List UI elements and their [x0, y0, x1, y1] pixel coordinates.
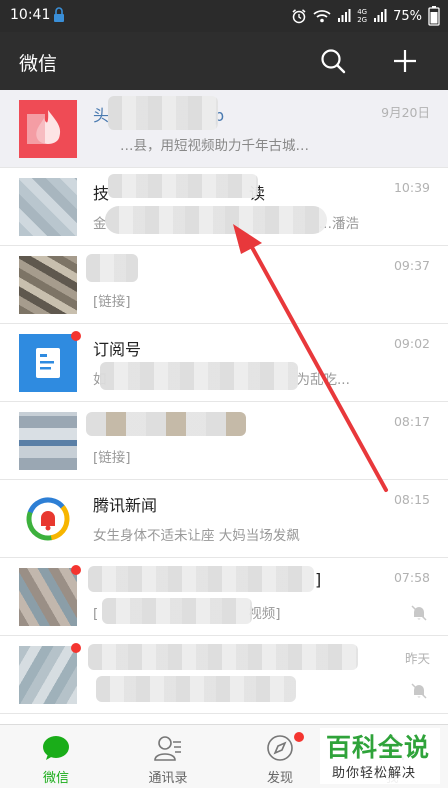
chat-time: 08:15	[393, 492, 430, 507]
redacted-blur	[108, 174, 258, 198]
unread-dot	[71, 565, 81, 575]
mute-bell-icon	[411, 605, 427, 621]
compass-icon	[267, 735, 293, 761]
battery-icon	[428, 6, 440, 26]
status-bar: 10:41 4G 2G 75%	[0, 0, 448, 32]
chat-time: 09:37	[393, 258, 430, 273]
network-type: 4G 2G	[357, 8, 367, 24]
app-title: 微信	[19, 53, 58, 75]
redacted-blur	[100, 362, 298, 390]
watermark-logo: 百科全说 助你轻松解决	[320, 728, 440, 784]
contacts-icon	[154, 736, 181, 761]
search-icon[interactable]	[318, 46, 348, 76]
chat-time: 07:58	[393, 570, 430, 585]
alarm-icon	[292, 9, 306, 24]
unread-dot	[71, 331, 81, 341]
redacted-blur	[86, 412, 246, 436]
redacted-blur	[86, 254, 138, 282]
chat-time: 昨天	[404, 651, 430, 666]
tab-label: 通讯录	[148, 771, 188, 786]
mute-bell-icon	[411, 683, 427, 699]
signal-icon	[338, 9, 351, 22]
chat-item[interactable]: [链接] 08:17	[0, 402, 448, 480]
subscription-doc-icon	[36, 348, 60, 378]
app-bar: 微信	[0, 32, 448, 90]
chat-time: 10:39	[393, 180, 430, 195]
tab-chats[interactable]: 微信	[0, 725, 112, 789]
battery-percent: 75%	[393, 8, 422, 24]
redacted-blur	[108, 96, 218, 130]
chat-item[interactable]: 腾讯新闻 女生身体不适未让座 大妈当场发飙 08:15	[0, 480, 448, 558]
watermark-subtitle: 助你轻松解决	[332, 766, 417, 781]
redacted-blur	[88, 644, 358, 670]
wifi-icon	[313, 10, 331, 23]
redacted-blur	[105, 206, 327, 234]
status-icons: 4G 2G 75%	[291, 6, 440, 26]
chat-preview: …县，用短视频助力千年古城…	[120, 138, 309, 154]
chat-preview-start: [	[93, 606, 99, 622]
chat-name-start: 头	[93, 106, 110, 125]
chat-preview-end: 视频]	[248, 606, 281, 622]
network-type-bottom: 2G	[357, 16, 368, 24]
chat-time: 9月20日	[381, 105, 430, 120]
chat-item[interactable]: [链接] 09:37	[0, 246, 448, 324]
redacted-blur	[96, 676, 296, 702]
chat-name-end: ]	[315, 570, 322, 589]
chat-item[interactable]: 技读 金…潘浩 10:39	[0, 168, 448, 246]
flame-logo-icon	[19, 100, 77, 158]
lock-icon	[54, 7, 64, 22]
chat-time: 08:17	[393, 414, 430, 429]
chat-preview: 女生身体不适未让座 大妈当场发飙	[93, 528, 300, 544]
tencent-news-logo-icon	[26, 497, 70, 541]
watermark-title: 百科全说	[326, 733, 431, 762]
chat-preview-end: 为乱吃...	[296, 372, 350, 388]
chat-name-start: 技	[93, 184, 110, 203]
tab-label: 微信	[42, 771, 69, 786]
signal-icon-2	[374, 9, 387, 22]
chat-item[interactable]: 订阅号 如为乱吃... 09:02	[0, 324, 448, 402]
chat-preview: [链接]	[93, 294, 131, 310]
tab-contacts[interactable]: 通讯录	[112, 725, 224, 789]
chat-item[interactable]: 昨天	[0, 636, 448, 714]
chat-time: 09:02	[393, 336, 430, 351]
unread-dot	[294, 732, 304, 742]
chat-name: 订阅号	[93, 340, 142, 359]
avatar	[19, 178, 77, 236]
chat-item[interactable]: 头p …县，用短视频助力千年古城… 9月20日	[0, 90, 448, 168]
redacted-blur	[88, 566, 314, 592]
chat-list: 头p …县，用短视频助力千年古城… 9月20日 技读 金…潘浩 10:39 [链…	[0, 90, 448, 724]
plus-icon[interactable]	[390, 46, 420, 76]
chat-name: 腾讯新闻	[93, 496, 158, 515]
avatar	[19, 256, 77, 314]
redacted-blur	[102, 598, 252, 624]
avatar	[19, 100, 77, 158]
unread-dot	[71, 643, 81, 653]
avatar	[19, 646, 77, 704]
avatar	[19, 568, 77, 626]
chat-preview: [链接]	[93, 450, 131, 466]
avatar	[19, 490, 77, 548]
avatar	[19, 334, 77, 392]
status-time: 10:41	[10, 7, 51, 23]
avatar	[19, 412, 77, 470]
network-type-top: 4G	[357, 8, 368, 16]
chat-item[interactable]: ] [ 视频] 07:58	[0, 558, 448, 636]
chat-bubble-icon	[43, 736, 69, 760]
